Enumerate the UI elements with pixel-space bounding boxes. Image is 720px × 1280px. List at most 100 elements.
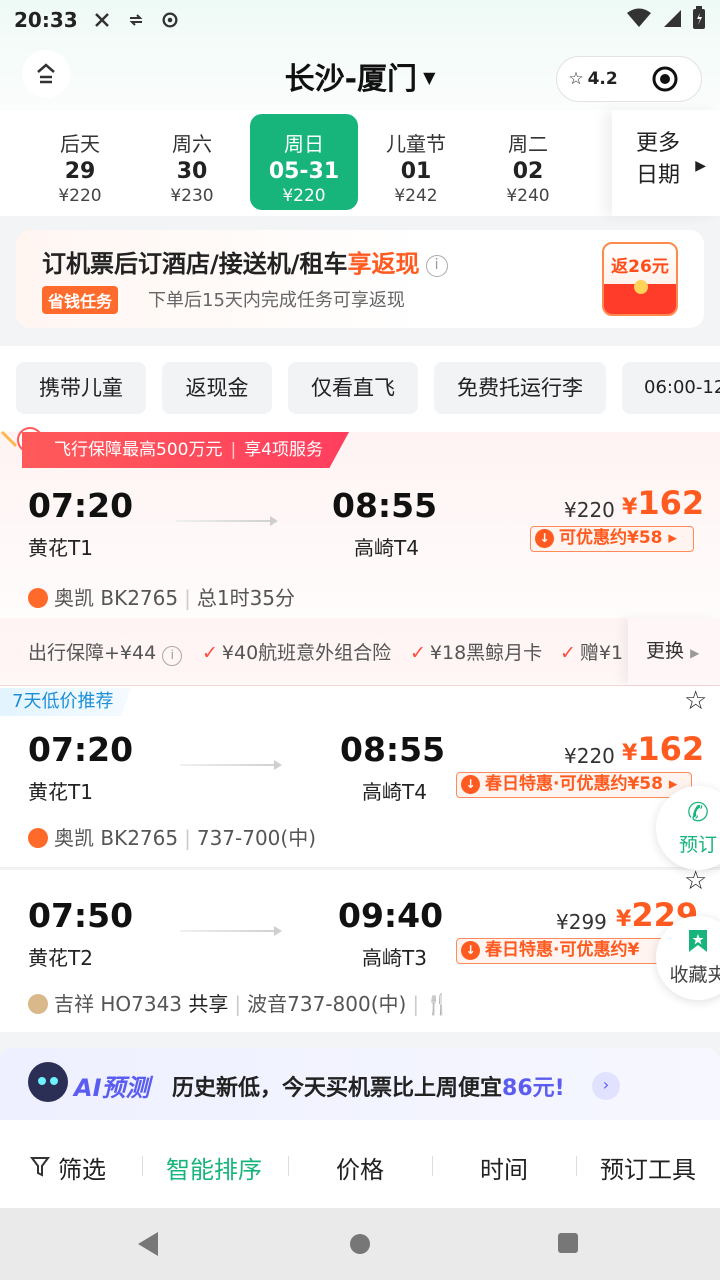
status-time: 20:33 [14, 8, 78, 32]
booking-tools-button[interactable]: 预订工具 [600, 1150, 696, 1185]
chevron-right-icon: ▶ [695, 158, 706, 174]
phone-icon: ✆ [687, 798, 709, 828]
filter-chip[interactable]: 携带儿童 [16, 362, 146, 414]
current-price: ¥162 [622, 730, 704, 768]
guarantee-label: 出行保障+¥44 i [28, 638, 183, 666]
close-target-button[interactable] [629, 65, 701, 93]
filter-chip[interactable]: 返现金 [162, 362, 272, 414]
aircraft-type: 波音737-800(中) [247, 992, 407, 1016]
guarantee-item-text: 赠¥1 [579, 642, 624, 664]
change-label: 更换 [646, 640, 685, 662]
quick-filter-bar: 携带儿童 返现金 仅看直飞 免费托运行李 06:00-12:00 [0, 346, 720, 432]
rating-value: 4.2 [587, 69, 618, 89]
flight-duration: 总1时35分 [196, 586, 296, 610]
time-sort-tab[interactable]: 时间 [480, 1150, 528, 1185]
original-price: ¥220 [564, 498, 615, 522]
favorites-label: 收藏夹 [669, 964, 720, 986]
promo-subtitle: 下单后15天内完成任务可享返现 [148, 290, 405, 311]
low-price-tag: 7天低价推荐 [0, 688, 132, 716]
discount-tag: ↓ 可优惠约¥58 ▸ [530, 526, 694, 552]
arrival-airport: 高崎T4 [362, 780, 427, 804]
more-dates-button[interactable]: 更多 日期 ▶ [612, 110, 720, 216]
price-value: 162 [637, 484, 705, 522]
price-currency: ¥ [622, 741, 638, 766]
ai-prediction-banner[interactable]: AI预测 历史新低，今天买机票比上周便宜86元! › [0, 1048, 720, 1120]
battery-icon [692, 5, 706, 35]
book-label: 预订 [678, 834, 717, 856]
route-title-text: 长沙-厦门 [284, 62, 418, 97]
nav-home-icon[interactable] [350, 1234, 370, 1254]
arrival-time: 09:40 [338, 896, 444, 935]
nav-recents-icon[interactable] [558, 1233, 578, 1253]
check-icon: ✓ [560, 642, 576, 664]
ai-title: AI预测 [74, 1074, 150, 1102]
departure-time: 07:20 [28, 486, 134, 525]
promo-tag: 省钱任务 [42, 286, 119, 314]
travel-guarantee-row[interactable]: 出行保障+¥44 i ✓ ¥40航班意外组合险 ✓ ¥18黑鲸月卡 ✓ 赠¥1 更换 … [0, 618, 720, 684]
divider [142, 1156, 143, 1176]
airline-info: 吉祥 HO7343 共享 | 波音737-800(中) | 🍴 [28, 988, 450, 1017]
okay-airways-logo-icon [28, 828, 48, 848]
guarantee-item-text: ¥40航班意外组合险 [221, 642, 392, 664]
price-currency: ¥ [616, 907, 632, 932]
check-icon: ✓ [410, 642, 426, 664]
smart-sort-tab[interactable]: 智能排序 [166, 1150, 262, 1185]
ai-saving-amount: 86元! [502, 1076, 565, 1101]
settings-gear-icon [160, 10, 180, 30]
airline-info: 奥凯 BK2765 | 737-700(中) [28, 822, 316, 851]
guarantee-label-text: 出行保障+¥44 [28, 642, 157, 664]
guarantee-banner: 飞行保障最高500万元 | 享4项服务 [22, 432, 350, 468]
filter-button[interactable]: 筛选 [30, 1150, 106, 1185]
ai-message: 历史新低，今天买机票比上周便宜86元! [172, 1070, 565, 1102]
promo-title-main: 订机票后订酒店/接送机/租车 [42, 250, 348, 278]
discount-text: 春日特惠·可优惠约¥ [485, 940, 640, 960]
date-weekday: 周二 [508, 132, 548, 156]
aircraft-type: 737-700(中) [196, 826, 317, 850]
info-icon[interactable]: i [425, 255, 448, 277]
airline-info: 奥凯 BK2765 | 总1时35分 [28, 582, 295, 611]
funnel-icon [30, 1156, 50, 1184]
date-weekday: 儿童节 [386, 132, 446, 156]
date-item[interactable]: 周六 30 ¥230 [138, 114, 246, 210]
date-price: ¥220 [282, 186, 326, 206]
original-price: ¥299 [556, 910, 607, 934]
flight-card[interactable]: ☆ 07:50 黄花T2 09:40 高崎T3 ¥299 ¥229 ↓ 春日特惠·… [0, 866, 720, 1032]
date-item[interactable]: 后天 29 ¥220 [26, 114, 134, 210]
price-sort-tab[interactable]: 价格 [336, 1150, 384, 1185]
chevron-right-icon[interactable]: › [592, 1072, 620, 1100]
filter-chip[interactable]: 06:00-12:00 [622, 362, 720, 414]
nav-back-icon[interactable] [138, 1232, 158, 1256]
codeshare-label: 共享 [188, 992, 229, 1016]
flight-arrow [180, 926, 282, 936]
original-price: ¥220 [564, 744, 615, 768]
flight-card[interactable]: 7天低价推荐 ☆ 07:20 黄花T1 08:55 高崎T4 ¥220 ¥162… [0, 686, 720, 868]
cashback-promo-banner[interactable]: 订机票后订酒店/接送机/租车享返现 i 省钱任务 下单后15天内完成任务可享返现 … [16, 230, 704, 328]
divider [288, 1156, 289, 1176]
airline-flight-number: 奥凯 BK2765 [54, 826, 179, 850]
data-saver-icon [126, 10, 146, 30]
departure-airport: 黄花T1 [28, 536, 93, 560]
more-dates-label: 日期 [636, 163, 681, 188]
ai-robot-icon [28, 1062, 68, 1102]
flight-arrow [176, 516, 278, 526]
filter-chip[interactable]: 仅看直飞 [288, 362, 418, 414]
date-item[interactable]: 儿童节 01 ¥242 [362, 114, 470, 210]
guarantee-item-text: ¥18黑鲸月卡 [429, 642, 543, 664]
date-item-selected[interactable]: 周日 05-31 ¥220 [250, 114, 358, 210]
flight-card[interactable]: 飞行保障最高500万元 | 享4项服务 07:20 黄花T1 08:55 高崎T4 … [0, 427, 720, 686]
filter-chip[interactable]: 免费托运行李 [434, 362, 606, 414]
date-day: 29 [64, 159, 96, 184]
rating-button[interactable]: ☆ 4.2 [557, 69, 629, 89]
arrow-down-icon: ↓ [461, 775, 480, 794]
star-outline-icon[interactable]: ☆ [684, 686, 707, 716]
date-item[interactable]: 周二 02 ¥240 [474, 114, 582, 210]
departure-time: 07:50 [28, 896, 134, 935]
app-screen: 20:33 长沙-厦门 ▼ ☆ 4.2 后天 29 ¥220 周六 30 ¥23… [0, 0, 720, 1280]
change-guarantee-button[interactable]: 更换 ▶ [628, 618, 720, 684]
header: 长沙-厦门 ▼ ☆ 4.2 [0, 40, 720, 116]
star-outline-icon[interactable]: ☆ [684, 866, 707, 896]
chevron-right-icon: ▶ [690, 646, 700, 660]
promo-title: 订机票后订酒店/接送机/租车享返现 i [42, 244, 448, 279]
info-icon[interactable]: i [162, 646, 183, 666]
guarantee-item: ✓ ¥40航班意外组合险 [202, 638, 391, 665]
